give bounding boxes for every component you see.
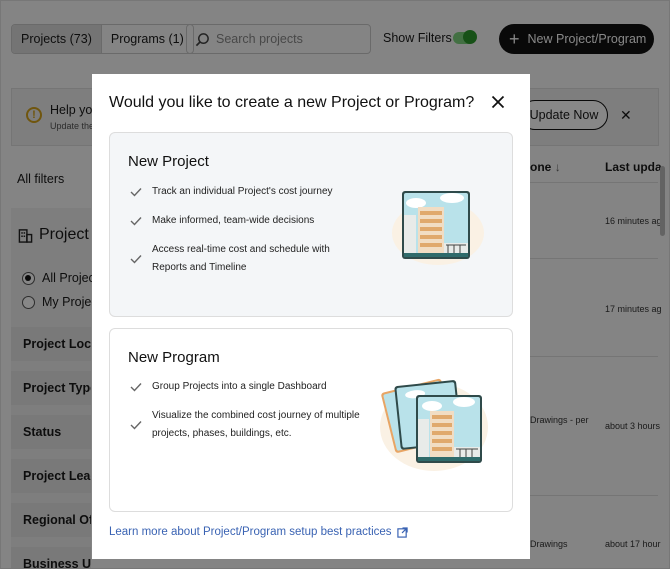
single-building-illustration — [392, 191, 484, 265]
learn-more-label: Learn more about Project/Program setup b… — [109, 526, 392, 538]
check-icon — [130, 187, 142, 197]
check-icon — [130, 382, 142, 392]
list-item: Visualize the combined cost journey of m… — [130, 407, 360, 442]
multiple-buildings-illustration — [380, 378, 488, 471]
list-item: Track an individual Project's cost journ… — [130, 183, 360, 201]
new-program-heading: New Program — [128, 349, 220, 366]
feature-text: Make informed, team-wide decisions — [152, 215, 315, 226]
list-item: Make informed, team-wide decisions — [130, 212, 360, 230]
list-item: Access real-time cost and schedule with … — [130, 241, 360, 276]
new-project-heading: New Project — [128, 153, 209, 170]
dialog-title: Would you like to create a new Project o… — [109, 94, 475, 111]
check-icon — [130, 420, 142, 430]
feature-text: Group Projects into a single Dashboard — [152, 381, 327, 392]
feature-text: Access real-time cost and schedule with … — [152, 244, 330, 273]
check-icon — [130, 216, 142, 226]
new-program-card[interactable]: New Program Group Projects into a single… — [109, 328, 513, 512]
learn-more-link[interactable]: Learn more about Project/Program setup b… — [109, 526, 408, 538]
list-item: Group Projects into a single Dashboard — [130, 378, 360, 396]
external-link-icon — [396, 526, 408, 538]
new-project-card[interactable]: New Project Track an individual Project'… — [109, 132, 513, 317]
create-dialog: Would you like to create a new Project o… — [92, 74, 530, 559]
check-icon — [130, 254, 142, 264]
feature-text: Track an individual Project's cost journ… — [152, 186, 333, 197]
feature-text: Visualize the combined cost journey of m… — [152, 410, 360, 439]
close-icon[interactable] — [490, 94, 506, 110]
